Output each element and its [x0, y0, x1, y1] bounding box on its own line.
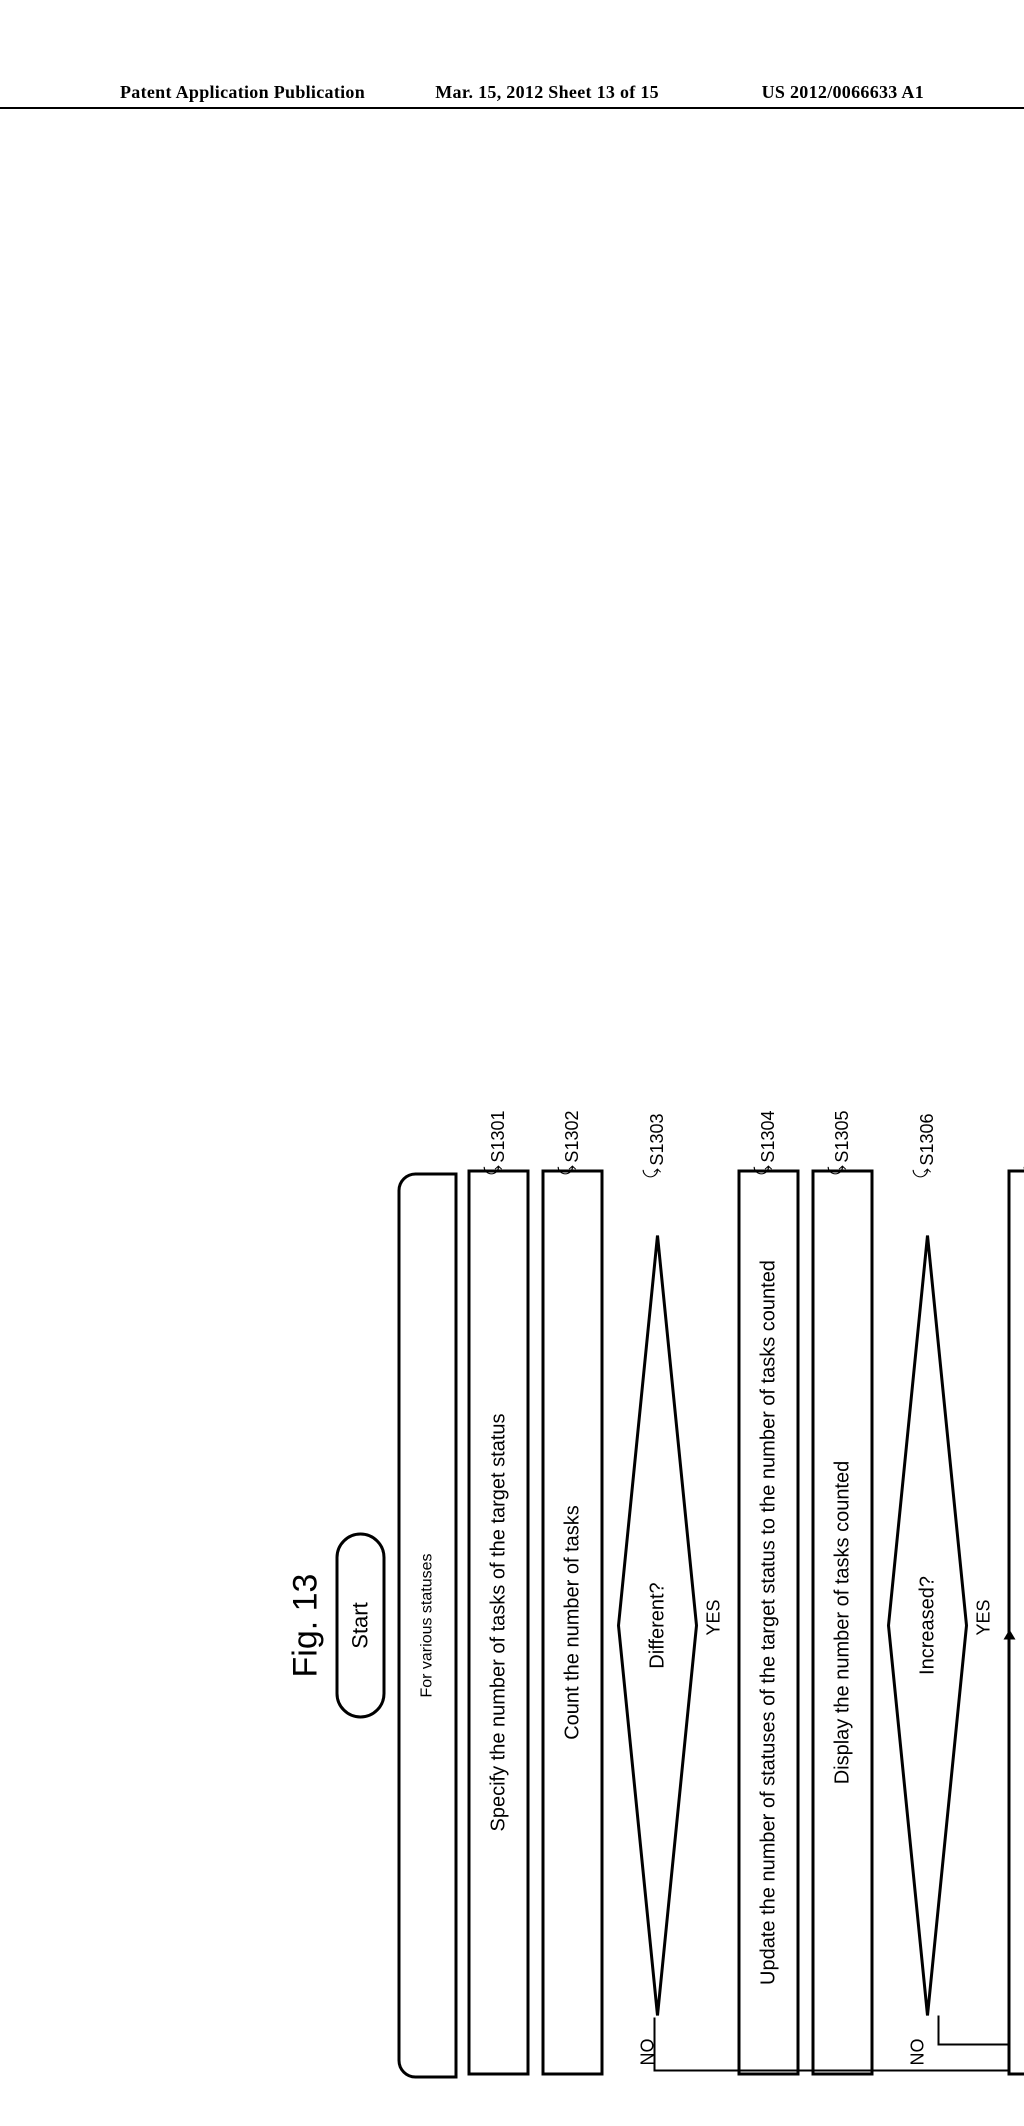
loop-header: For various statuses — [398, 1173, 458, 2079]
branch-labels-s1303: YES NO — [708, 1176, 728, 2076]
step-s1302-label: ⤸S1302 — [562, 1111, 583, 1176]
step-s1302-text: Count the number of tasks — [561, 1505, 584, 1740]
step-s1304-text: Update the number of statuses of the tar… — [757, 1260, 780, 1985]
no-connector-top-s1306 — [938, 2016, 940, 2046]
decision-s1306-label: ⤸S1306 — [917, 1114, 938, 1179]
start-terminator: Start — [336, 1533, 386, 1719]
decision-s1303-label: ⤸S1303 — [647, 1114, 668, 1179]
header-left: Patent Application Publication — [120, 82, 422, 103]
no-connector-vert-s1306 — [938, 2044, 1008, 2046]
figure-13: Fig. 13 Start For various statuses Speci… — [287, 1126, 1024, 2126]
decision-s1306-text: Increased? — [886, 1176, 970, 2076]
page-header: Patent Application Publication Mar. 15, … — [0, 82, 1024, 109]
yes-label-s1306: YES — [974, 1599, 995, 1635]
figure-rotated-container: Fig. 13 Start For various statuses Speci… — [587, 626, 1024, 1626]
decision-s1303: Different? ⤸S1303 — [616, 1176, 700, 2076]
step-s1305-text: Display the number of tasks counted — [831, 1461, 854, 1785]
step-s1301-text: Specify the number of tasks of the targe… — [487, 1414, 510, 1832]
yes-label-s1303: YES — [704, 1599, 725, 1635]
flowchart: Start For various statuses Specify the n… — [336, 1126, 1024, 2126]
no-connector-vert-s1303 — [654, 2070, 1008, 2072]
figure-title: Fig. 13 — [287, 1126, 326, 2126]
no-label-s1306: NO — [908, 2039, 929, 2066]
branch-labels-s1306: YES NO — [978, 1176, 998, 2076]
step-s1304: Update the number of statuses of the tar… — [738, 1170, 800, 2076]
decision-s1303-text: Different? — [616, 1176, 700, 2076]
header-center: Mar. 15, 2012 Sheet 13 of 15 — [422, 82, 673, 103]
step-s1305-label: ⤸S1305 — [832, 1111, 853, 1176]
page: Patent Application Publication Mar. 15, … — [0, 0, 1024, 1320]
loop-body: Specify the number of tasks of the targe… — [468, 1176, 1024, 2076]
decision-s1306: Increased? ⤸S1306 — [886, 1176, 970, 2076]
loop-header-text: For various statuses — [419, 1553, 437, 1697]
step-s1301: Specify the number of tasks of the targe… — [468, 1170, 530, 2076]
step-s1301-label: ⤸S1301 — [488, 1111, 509, 1176]
step-s1302: Count the number of tasks ⤸S1302 — [542, 1170, 604, 2076]
header-right: US 2012/0066633 A1 — [673, 82, 924, 103]
step-s1305: Display the number of tasks counted ⤸S13… — [812, 1170, 874, 2076]
step-s1307: Change the icon display of the target st… — [1008, 1170, 1024, 2076]
start-label: Start — [348, 1602, 374, 1648]
no-connector-top-s1303 — [654, 2018, 656, 2072]
step-s1304-label: ⤸S1304 — [758, 1111, 779, 1176]
merge-arrow — [1008, 1632, 1010, 2072]
